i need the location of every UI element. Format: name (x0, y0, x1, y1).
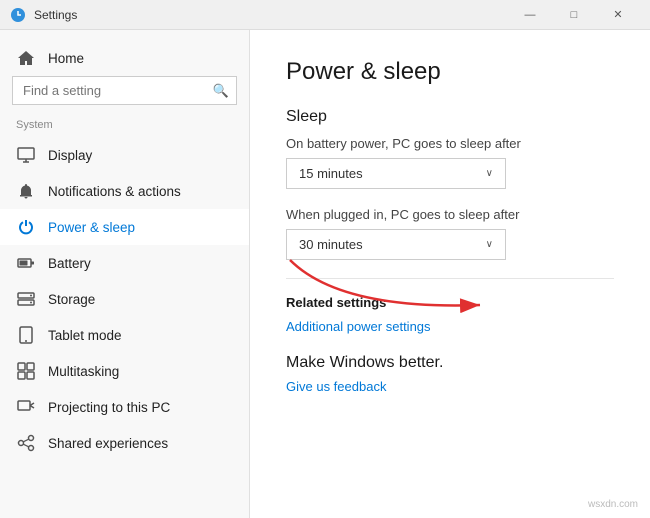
sidebar: Home 🔍 System Display (0, 30, 250, 518)
battery-icon (16, 254, 36, 272)
search-input[interactable] (12, 76, 237, 105)
sidebar-item-label: Battery (48, 256, 91, 271)
watermark: wsxdn.com (588, 499, 638, 510)
plugged-sleep-container: When plugged in, PC goes to sleep after … (286, 207, 614, 260)
battery-sleep-chevron: ∨ (486, 168, 493, 179)
plugged-sleep-dropdown[interactable]: 30 minutes ∨ (286, 229, 506, 260)
notifications-icon (16, 182, 36, 200)
tablet-icon (16, 326, 36, 344)
divider (286, 278, 614, 279)
search-icon: 🔍 (213, 83, 229, 99)
sidebar-item-display[interactable]: Display (0, 137, 249, 173)
page-title: Power & sleep (286, 58, 614, 86)
sidebar-item-label: Multitasking (48, 364, 119, 379)
sidebar-item-battery[interactable]: Battery (0, 245, 249, 281)
close-button[interactable]: ✕ (596, 0, 640, 30)
sidebar-item-multitasking[interactable]: Multitasking (0, 353, 249, 389)
battery-sleep-label: On battery power, PC goes to sleep after (286, 136, 614, 151)
projecting-icon (16, 398, 36, 416)
titlebar-title: Settings (34, 8, 508, 22)
home-icon (16, 49, 36, 67)
sidebar-item-label: Power & sleep (48, 220, 135, 235)
give-feedback-link[interactable]: Give us feedback (286, 379, 386, 394)
storage-icon (16, 290, 36, 308)
titlebar-icon (10, 7, 26, 23)
sidebar-item-storage[interactable]: Storage (0, 281, 249, 317)
content-area: Power & sleep Sleep On battery power, PC… (250, 30, 650, 518)
sidebar-search-container: 🔍 (12, 76, 237, 105)
make-better-title: Make Windows better. (286, 354, 614, 372)
sidebar-item-label: Storage (48, 292, 95, 307)
app-container: Home 🔍 System Display (0, 30, 650, 518)
make-better-section: Make Windows better. Give us feedback (286, 354, 614, 396)
sidebar-item-label: Shared experiences (48, 436, 168, 451)
titlebar-controls: — □ ✕ (508, 0, 640, 30)
multitasking-icon (16, 362, 36, 380)
sidebar-item-label: Notifications & actions (48, 184, 181, 199)
sidebar-section-label: System (0, 119, 249, 137)
titlebar: Settings — □ ✕ (0, 0, 650, 30)
display-icon (16, 146, 36, 164)
additional-power-settings-link[interactable]: Additional power settings (286, 319, 431, 334)
sidebar-item-tablet[interactable]: Tablet mode (0, 317, 249, 353)
sidebar-item-label: Display (48, 148, 92, 163)
sidebar-item-label: Home (48, 51, 84, 66)
related-settings: Related settings Additional power settin… (286, 295, 614, 336)
sidebar-item-label: Projecting to this PC (48, 400, 170, 415)
plugged-sleep-label: When plugged in, PC goes to sleep after (286, 207, 614, 222)
shared-icon (16, 434, 36, 452)
battery-sleep-value: 15 minutes (299, 166, 363, 181)
sleep-section-title: Sleep (286, 108, 614, 126)
sidebar-item-power[interactable]: Power & sleep (0, 209, 249, 245)
plugged-sleep-value: 30 minutes (299, 237, 363, 252)
sidebar-item-projecting[interactable]: Projecting to this PC (0, 389, 249, 425)
power-icon (16, 218, 36, 236)
battery-sleep-dropdown[interactable]: 15 minutes ∨ (286, 158, 506, 189)
battery-sleep-container: On battery power, PC goes to sleep after… (286, 136, 614, 189)
minimize-button[interactable]: — (508, 0, 552, 30)
sidebar-item-shared[interactable]: Shared experiences (0, 425, 249, 461)
related-settings-title: Related settings (286, 295, 614, 310)
sidebar-item-notifications[interactable]: Notifications & actions (0, 173, 249, 209)
sidebar-item-home[interactable]: Home (0, 40, 249, 76)
maximize-button[interactable]: □ (552, 0, 596, 30)
sidebar-item-label: Tablet mode (48, 328, 122, 343)
plugged-sleep-chevron: ∨ (486, 239, 493, 250)
